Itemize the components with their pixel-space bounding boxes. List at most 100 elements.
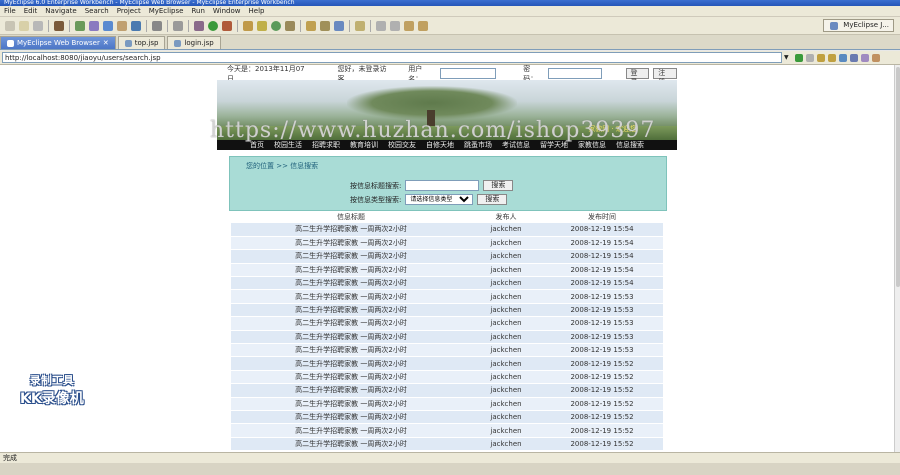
nav-item-market[interactable]: 跳蚤市场 — [464, 140, 492, 150]
menu-search[interactable]: Search — [81, 7, 113, 15]
nav-item-home[interactable]: 首页 — [250, 140, 264, 150]
back-icon[interactable] — [816, 53, 825, 62]
nav-item-self-study[interactable]: 自修天地 — [426, 140, 454, 150]
cell-title[interactable]: 高二生升学招聘家教 一周两次2小时 — [231, 383, 471, 398]
nav-item-friends[interactable]: 校园交友 — [388, 140, 416, 150]
password-field[interactable] — [547, 68, 602, 79]
keyword-input[interactable] — [405, 180, 480, 191]
save-icon[interactable] — [19, 20, 29, 31]
tab-login-jsp[interactable]: login.jsp — [167, 36, 221, 49]
menu-file[interactable]: File — [0, 7, 20, 15]
annotation-icon[interactable] — [334, 20, 344, 31]
url-input[interactable]: http://localhost:8080/jiaoyu/users/searc… — [2, 52, 782, 63]
prev-annotation-icon[interactable] — [390, 20, 400, 31]
refresh-icon[interactable] — [271, 20, 281, 31]
settings-icon[interactable] — [871, 53, 880, 62]
close-icon[interactable]: ✕ — [103, 37, 109, 50]
debug-icon[interactable] — [194, 20, 204, 31]
cell-title[interactable]: 高二生升学招聘家教 一周两次2小时 — [231, 330, 471, 345]
cell-title[interactable]: 高二生升学招聘家教 一周两次2小时 — [231, 437, 471, 452]
globe-icon[interactable] — [131, 20, 141, 31]
vertical-scrollbar[interactable] — [894, 65, 900, 452]
table-row[interactable]: 高二生升学招聘家教 一周两次2小时 jackchen 2008-12-19 15:5… — [231, 437, 663, 452]
cell-title[interactable]: 高二生升学招聘家教 一周两次2小时 — [231, 249, 471, 264]
table-row[interactable]: 高二生升学招聘家教 一周两次2小时 jackchen 2008-12-19 15:5… — [231, 316, 663, 331]
table-row[interactable]: 高二生升学招聘家教 一周两次2小时 jackchen 2008-12-19 15:5… — [231, 423, 663, 438]
menu-help[interactable]: Help — [245, 7, 269, 15]
browser-icon[interactable] — [173, 20, 183, 31]
table-row[interactable]: 高二生升学招聘家教 一周两次2小时 jackchen 2008-12-19 15:5… — [231, 343, 663, 358]
category-search-button[interactable]: 搜索 — [477, 194, 508, 205]
tab-web-browser[interactable]: MyEclipse Web Browser ✕ — [0, 36, 116, 49]
table-row[interactable]: 高二生升学招聘家教 一周两次2小时 jackchen 2008-12-19 15:5… — [231, 223, 663, 237]
go-icon[interactable] — [794, 53, 803, 62]
stop-icon[interactable] — [805, 53, 814, 62]
scrollbar-thumb[interactable] — [896, 67, 900, 287]
monitor-icon[interactable] — [152, 20, 162, 31]
table-row[interactable]: 高二生升学招聘家教 一周两次2小时 jackchen 2008-12-19 15:5… — [231, 289, 663, 304]
home-icon[interactable] — [849, 53, 858, 62]
nav-item-tutoring[interactable]: 家教信息 — [578, 140, 606, 150]
cell-title[interactable]: 高二生升学招聘家教 一周两次2小时 — [231, 236, 471, 251]
external-tools-icon[interactable] — [222, 20, 232, 31]
nav-item-campus-life[interactable]: 校园生活 — [274, 140, 302, 150]
refresh-icon[interactable] — [838, 53, 847, 62]
nav-item-training[interactable]: 教育培训 — [350, 140, 378, 150]
table-row[interactable]: 高二生升学招聘家教 一周两次2小时 jackchen 2008-12-19 15:5… — [231, 303, 663, 318]
forward-icon[interactable] — [418, 20, 428, 31]
new-icon[interactable] — [5, 20, 15, 31]
open-type-icon[interactable] — [243, 20, 253, 31]
cell-title[interactable]: 高二生升学招聘家教 一周两次2小时 — [231, 223, 471, 237]
cell-title[interactable]: 高二生升学招聘家教 一周两次2小时 — [231, 343, 471, 358]
table-row[interactable]: 高二生升学招聘家教 一周两次2小时 jackchen 2008-12-19 15:5… — [231, 397, 663, 411]
print-icon[interactable] — [33, 20, 43, 31]
menu-run[interactable]: Run — [187, 7, 208, 15]
username-field[interactable] — [439, 68, 496, 79]
cell-title[interactable]: 高二生升学招聘家教 一周两次2小时 — [231, 397, 471, 411]
cell-title[interactable]: 高二生升学招聘家教 一周两次2小时 — [231, 356, 471, 371]
cell-title[interactable]: 高二生升学招聘家教 一周两次2小时 — [231, 263, 471, 278]
table-row[interactable]: 高二生升学招聘家教 一周两次2小时 jackchen 2008-12-19 15:5… — [231, 356, 663, 371]
table-row[interactable]: 高二生升学招聘家教 一周两次2小时 jackchen 2008-12-19 15:5… — [231, 263, 663, 278]
keyword-search-button[interactable]: 搜索 — [483, 180, 514, 191]
server-icon[interactable] — [54, 20, 64, 31]
folder-icon[interactable] — [306, 20, 316, 31]
cell-title[interactable]: 高二生升学招聘家教 一周两次2小时 — [231, 410, 471, 425]
wizard-icon[interactable] — [89, 20, 99, 31]
chevron-down-icon[interactable]: ▼ — [784, 54, 789, 61]
next-annotation-icon[interactable] — [376, 20, 386, 31]
menu-edit[interactable]: Edit — [20, 7, 42, 15]
back-icon[interactable] — [404, 20, 414, 31]
menu-myeclipse[interactable]: MyEclipse — [145, 7, 188, 15]
cell-title[interactable]: 高二生升学招聘家教 一周两次2小时 — [231, 289, 471, 304]
perspective-switcher[interactable]: MyEclipse J... — [823, 19, 894, 32]
nav-item-study-abroad[interactable]: 留学天地 — [540, 140, 568, 150]
table-row[interactable]: 高二生升学招聘家教 一周两次2小时 jackchen 2008-12-19 15:5… — [231, 370, 663, 385]
nav-item-exams[interactable]: 考试信息 — [502, 140, 530, 150]
table-row[interactable]: 高二生升学招聘家教 一周两次2小时 jackchen 2008-12-19 15:5… — [231, 236, 663, 251]
cell-title[interactable]: 高二生升学招聘家教 一周两次2小时 — [231, 423, 471, 438]
register-button[interactable]: 注册 — [653, 68, 677, 86]
category-select[interactable]: 请选择信息类型 — [405, 194, 474, 205]
jsp-icon[interactable] — [117, 20, 127, 31]
tab-top-jsp[interactable]: top.jsp — [117, 36, 166, 49]
edit-icon[interactable] — [320, 20, 330, 31]
menu-navigate[interactable]: Navigate — [41, 7, 80, 15]
cell-title[interactable]: 高二生升学招聘家教 一周两次2小时 — [231, 276, 471, 291]
view-source-icon[interactable] — [860, 53, 869, 62]
table-row[interactable]: 高二生升学招聘家教 一周两次2小时 jackchen 2008-12-19 15:5… — [231, 383, 663, 398]
cell-title[interactable]: 高二生升学招聘家教 一周两次2小时 — [231, 316, 471, 331]
open-resource-icon[interactable] — [257, 20, 267, 31]
forward-icon[interactable] — [827, 53, 836, 62]
nav-item-search[interactable]: 信息搜索 — [616, 140, 644, 150]
deploy-icon[interactable] — [75, 20, 85, 31]
cell-title[interactable]: 高二生升学招聘家教 一周两次2小时 — [231, 303, 471, 318]
nav-item-jobs[interactable]: 招聘求职 — [312, 140, 340, 150]
table-row[interactable]: 高二生升学招聘家教 一周两次2小时 jackchen 2008-12-19 15:5… — [231, 249, 663, 264]
menu-project[interactable]: Project — [113, 7, 145, 15]
login-button[interactable]: 登录 — [625, 68, 650, 86]
bookmark-icon[interactable] — [355, 20, 365, 31]
run-icon[interactable] — [208, 20, 218, 31]
search-icon[interactable] — [285, 20, 295, 31]
table-row[interactable]: 高二生升学招聘家教 一周两次2小时 jackchen 2008-12-19 15:5… — [231, 330, 663, 345]
